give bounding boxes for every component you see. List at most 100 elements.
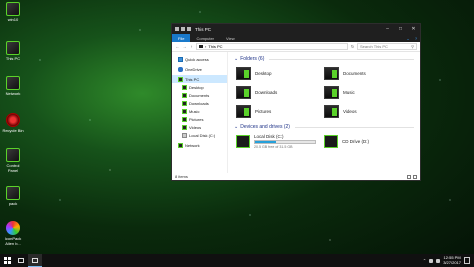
- drives-header-label: Devices and drives (2): [240, 124, 290, 130]
- folder-pictures[interactable]: Pictures: [236, 104, 324, 119]
- folder-documents[interactable]: Documents: [324, 66, 412, 81]
- content-pane: ⌄ Folders (6) Desktop Documents Download…: [228, 52, 420, 173]
- nav-item-pictures[interactable]: Pictures: [172, 115, 227, 123]
- nav-item-onedrive[interactable]: OneDrive: [172, 65, 227, 73]
- system-tray: ⌃ 12:55 PM 3/27/2017: [423, 255, 474, 265]
- pictures-folder-icon: [236, 105, 251, 118]
- window-controls: – □ ✕: [381, 24, 420, 34]
- drive-info: Local Disk (C:) 20.5 GB free of 31.5 GB: [254, 134, 316, 149]
- taskbar-file-explorer[interactable]: [28, 254, 42, 267]
- desktop-icon-pack[interactable]: pack: [2, 186, 24, 206]
- tab-view[interactable]: View: [220, 34, 241, 42]
- this-pc-icon: [199, 45, 203, 48]
- desktop-icon-network[interactable]: Network: [2, 76, 24, 96]
- file-explorer-window: This PC – □ ✕ File Computer View ⌄ ? ← →…: [171, 23, 421, 181]
- desktop-icon-label: Recycle Bin: [2, 128, 24, 133]
- nav-item-this-pc[interactable]: This PC: [172, 75, 227, 83]
- folders-group-header[interactable]: ⌄ Folders (6): [234, 55, 414, 63]
- nav-item-quick-access[interactable]: Quick access: [172, 55, 227, 63]
- onedrive-icon: [178, 66, 183, 72]
- status-text: 8 items: [175, 174, 188, 179]
- drives-group-header[interactable]: ⌄ Devices and drives (2): [234, 123, 414, 131]
- nav-item-label: Music: [189, 108, 200, 114]
- win10-icon: [6, 2, 20, 16]
- up-arrow-icon[interactable]: ↑: [189, 44, 194, 49]
- chevron-up-icon[interactable]: ⌃: [423, 258, 426, 263]
- desktop-icon-iconpack[interactable]: IconPack Alien b...: [2, 221, 24, 246]
- window-titlebar[interactable]: This PC – □ ✕: [172, 24, 420, 34]
- large-icons-view-icon[interactable]: [413, 174, 417, 179]
- pc-icon[interactable]: [175, 27, 179, 31]
- nav-item-music[interactable]: Music: [172, 107, 227, 115]
- tab-file[interactable]: File: [172, 34, 191, 42]
- desktop-icon-this-pc[interactable]: This PC: [2, 41, 24, 61]
- maximize-icon[interactable]: □: [394, 24, 407, 34]
- desktop-icon-label: win10: [7, 17, 19, 22]
- nav-item-desktop[interactable]: Desktop: [172, 83, 227, 91]
- disk-usage-fill: [255, 141, 276, 143]
- chevron-down-icon: ⌄: [234, 124, 239, 130]
- nav-item-videos[interactable]: Videos: [172, 123, 227, 131]
- details-view-icon[interactable]: [407, 174, 411, 179]
- desktop-icon-recycle-bin[interactable]: Recycle Bin: [2, 113, 24, 133]
- desktop-icon-control-panel[interactable]: Control Panel: [2, 148, 24, 173]
- help-icon[interactable]: ?: [412, 34, 420, 42]
- view-toggle: [407, 174, 417, 179]
- windows-logo-icon: [3, 257, 11, 264]
- refresh-icon[interactable]: ↻: [350, 44, 355, 49]
- drive-local-disk-c[interactable]: Local Disk (C:) 20.5 GB free of 31.5 GB: [236, 134, 324, 149]
- address-row: ← → ↑ › This PC ↻ Search This PC ⚲: [172, 42, 420, 52]
- folder-label: Desktop: [255, 71, 272, 76]
- breadcrumb-separator-icon: ›: [205, 44, 207, 49]
- folder-videos[interactable]: Videos: [324, 104, 412, 119]
- pack-icon: [6, 186, 20, 200]
- videos-folder-icon: [324, 105, 339, 118]
- network-tray-icon[interactable]: [429, 258, 434, 263]
- disk-usage-bar: [254, 140, 316, 144]
- music-folder-icon: [324, 86, 339, 99]
- close-icon[interactable]: ✕: [407, 24, 420, 34]
- network-icon: [6, 76, 20, 90]
- expand-ribbon-icon[interactable]: ⌄: [404, 34, 412, 42]
- minimize-icon[interactable]: –: [381, 24, 394, 34]
- task-view-button[interactable]: [14, 254, 28, 267]
- folder-label: Downloads: [255, 90, 278, 95]
- nav-item-network[interactable]: Network: [172, 141, 227, 149]
- nav-item-label: Quick access: [185, 56, 209, 62]
- desktop-icon-win10[interactable]: win10: [2, 2, 24, 22]
- action-center-icon[interactable]: [464, 257, 470, 264]
- documents-folder-icon: [324, 67, 339, 80]
- search-icon: ⚲: [411, 44, 414, 49]
- address-path[interactable]: This PC: [208, 44, 222, 49]
- back-arrow-icon[interactable]: ←: [175, 44, 180, 49]
- folder-downloads[interactable]: Downloads: [236, 85, 324, 100]
- downloads-folder-icon: [182, 100, 187, 106]
- address-bar[interactable]: › This PC: [196, 43, 348, 50]
- downloads-folder-icon: [236, 86, 251, 99]
- properties-icon[interactable]: [181, 27, 185, 31]
- folder-desktop[interactable]: Desktop: [236, 66, 324, 81]
- desktop-icon-label: Control Panel: [6, 163, 20, 173]
- network-icon: [178, 142, 183, 148]
- new-folder-icon[interactable]: [187, 27, 191, 31]
- tab-computer[interactable]: Computer: [190, 34, 220, 42]
- nav-item-label: Desktop: [189, 84, 204, 90]
- volume-icon[interactable]: [436, 258, 441, 263]
- nav-item-downloads[interactable]: Downloads: [172, 99, 227, 107]
- start-button[interactable]: [0, 254, 14, 267]
- quick-access-toolbar: [175, 27, 191, 31]
- recycle-bin-icon: [6, 113, 20, 127]
- drive-label: CD Drive (D:): [342, 139, 369, 144]
- nav-item-label: Pictures: [189, 116, 204, 122]
- clock[interactable]: 12:55 PM 3/27/2017: [443, 255, 461, 265]
- nav-item-local-disk[interactable]: Local Disk (C:): [172, 131, 227, 139]
- nav-item-label: This PC: [185, 76, 200, 82]
- forward-arrow-icon[interactable]: →: [182, 44, 187, 49]
- folder-label: Videos: [343, 109, 357, 114]
- drive-cd-d[interactable]: CD Drive (D:): [324, 134, 412, 149]
- desktop-icon-label: This PC: [5, 56, 21, 61]
- search-box[interactable]: Search This PC ⚲: [357, 43, 417, 50]
- nav-item-documents[interactable]: Documents: [172, 91, 227, 99]
- file-explorer-icon: [32, 257, 38, 263]
- folder-music[interactable]: Music: [324, 85, 412, 100]
